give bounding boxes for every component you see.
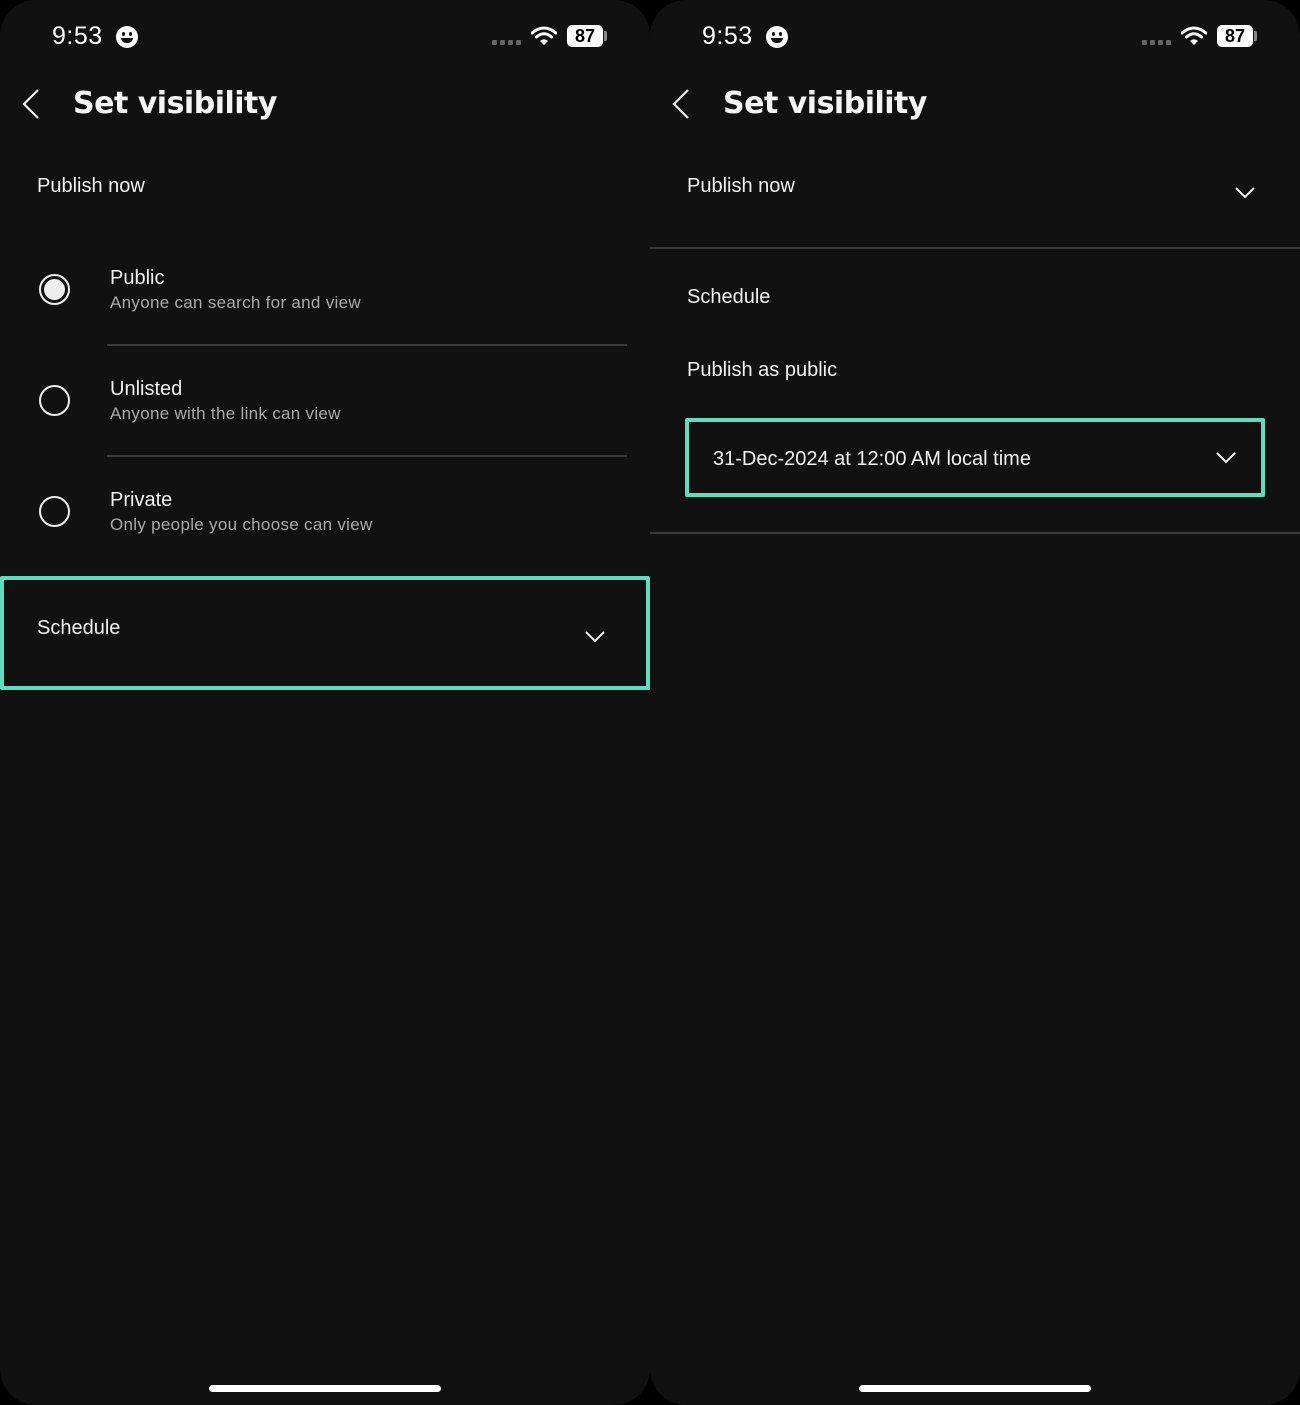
visibility-option-public[interactable]: Public Anyone can search for and view	[0, 250, 650, 350]
radio-unlisted[interactable]	[39, 385, 70, 416]
wifi-icon	[531, 26, 557, 45]
publish-now-label: Publish now	[687, 175, 795, 197]
option-subtitle: Only people you choose can view	[110, 515, 373, 534]
chevron-down-icon	[1216, 452, 1236, 464]
visibility-option-unlisted[interactable]: Unlisted Anyone with the link can view	[0, 360, 650, 460]
visibility-option-private[interactable]: Private Only people you choose can view	[0, 471, 650, 571]
option-title: Private	[110, 489, 173, 511]
battery-indicator: 87	[567, 25, 603, 47]
home-indicator	[859, 1385, 1091, 1392]
datetime-select[interactable]: 31-Dec-2024 at 12:00 AM local time	[685, 418, 1265, 497]
divider	[650, 247, 1300, 249]
publish-as-public-label: Publish as public	[687, 359, 838, 381]
option-title: Unlisted	[110, 378, 183, 400]
schedule-label: Schedule	[37, 617, 121, 639]
schedule-label[interactable]: Schedule	[687, 286, 770, 309]
wifi-icon	[1181, 26, 1207, 45]
battery-tip	[1254, 31, 1257, 41]
schedule-row[interactable]: Schedule	[0, 576, 650, 690]
signal-dots-icon	[492, 40, 522, 45]
chevron-left-icon[interactable]	[668, 86, 696, 122]
page-title: Set visibility	[73, 86, 277, 121]
status-bar: 9:53 87	[650, 20, 1300, 56]
datetime-value: 31-Dec-2024 at 12:00 AM local time	[713, 448, 1031, 470]
divider	[107, 344, 627, 346]
home-indicator	[209, 1385, 441, 1392]
left-screen: 9:53 87 Set visibility Publish now Publi…	[0, 0, 650, 1405]
divider	[107, 455, 627, 457]
option-subtitle: Anyone with the link can view	[110, 404, 341, 423]
grinning-face-icon	[766, 26, 788, 48]
grinning-face-icon	[116, 26, 138, 48]
radio-public[interactable]	[39, 274, 70, 305]
right-screen: 9:53 87 Set visibility Publish now Sched…	[650, 0, 1300, 1405]
app-header: Set visibility	[0, 82, 650, 132]
status-bar: 9:53 87	[0, 20, 650, 56]
battery-indicator: 87	[1217, 25, 1253, 47]
chevron-down-icon	[1235, 187, 1255, 199]
status-time: 9:53	[702, 22, 753, 50]
battery-tip	[604, 31, 607, 41]
signal-dots-icon	[1142, 40, 1172, 45]
publish-now-label[interactable]: Publish now	[37, 175, 145, 198]
status-time: 9:53	[52, 22, 103, 50]
chevron-down-icon	[585, 631, 605, 643]
radio-private[interactable]	[39, 496, 70, 527]
option-title: Public	[110, 267, 165, 289]
page-title: Set visibility	[723, 86, 927, 121]
option-subtitle: Anyone can search for and view	[110, 293, 361, 312]
publish-now-row[interactable]: Publish now	[650, 150, 1300, 246]
divider	[650, 532, 1300, 534]
app-header: Set visibility	[650, 82, 1300, 132]
chevron-left-icon[interactable]	[18, 86, 46, 122]
